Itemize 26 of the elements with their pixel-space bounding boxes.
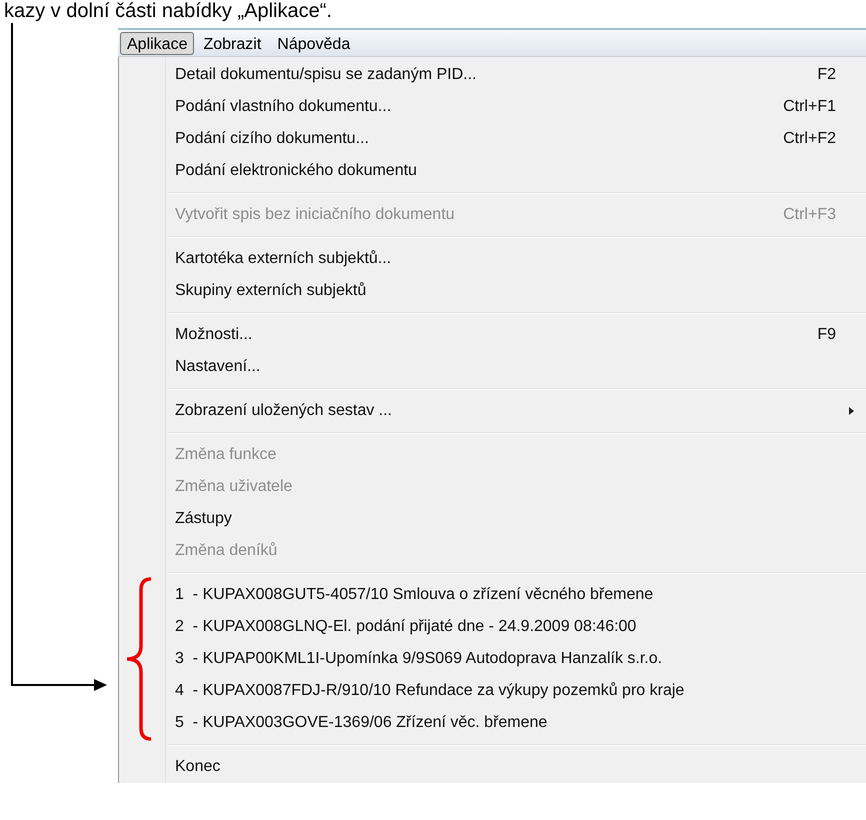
caption-text: kazy v dolní části nabídky „Aplikace“. bbox=[3, 0, 332, 22]
menu-bar-item[interactable]: Zobrazit bbox=[196, 32, 268, 54]
menu-item[interactable]: Možnosti... F9 bbox=[119, 319, 866, 351]
shortcut-label: F2 bbox=[817, 65, 836, 85]
menu-bar-item[interactable]: Aplikace bbox=[120, 32, 194, 54]
menu-item[interactable]: 2 - KUPAX008GLNQ-El. podání přijaté dne - 24.9.2009 08:46:00 bbox=[119, 611, 866, 643]
menu-item[interactable]: 4 - KUPAX0087FDJ-R/910/10 Refundace za výkupy pozemků pro kraje bbox=[119, 675, 866, 707]
menu-item[interactable]: Zástupy bbox=[119, 503, 866, 535]
menu-item[interactable]: 1 - KUPAX008GUT5-4057/10 Smlouva o zřízení věcného břemene bbox=[119, 579, 866, 611]
menu-item[interactable]: 3 - KUPAP00KML1I-Upomínka 9/9S069 Autodoprava Hanzalík s.r.o. bbox=[119, 643, 866, 675]
menu-item[interactable]: Podání cizího dokumentu... Ctrl+F2 bbox=[119, 123, 866, 155]
menu-item[interactable]: Zobrazení uložených sestav ... bbox=[119, 395, 866, 427]
shortcut-label: F9 bbox=[817, 325, 836, 345]
menu-item[interactable]: Nastavení... bbox=[119, 351, 866, 383]
menu-item[interactable]: Konec bbox=[119, 751, 866, 783]
shortcut-label: Ctrl+F2 bbox=[783, 129, 836, 149]
shortcut-label: Ctrl+F3 bbox=[783, 205, 836, 225]
shortcut-label: Ctrl+F1 bbox=[783, 97, 836, 117]
menu-item[interactable]: Detail dokumentu/spisu se zadaným PID... F2 bbox=[119, 59, 866, 91]
menu-item[interactable]: 5 - KUPAX003GOVE-1369/06 Zřízení věc. břemene bbox=[119, 707, 866, 739]
menu-item[interactable]: Kartotéka externích subjektů... bbox=[119, 243, 866, 275]
menu-item[interactable]: Podání vlastního dokumentu... Ctrl+F1 bbox=[119, 91, 866, 123]
menu-bar-item[interactable]: Nápověda bbox=[270, 32, 358, 54]
menu-item[interactable]: Skupiny externích subjektů bbox=[119, 275, 866, 307]
menu-item[interactable]: Podání elektronického dokumentu bbox=[119, 155, 866, 187]
submenu-arrow-icon bbox=[849, 407, 854, 415]
